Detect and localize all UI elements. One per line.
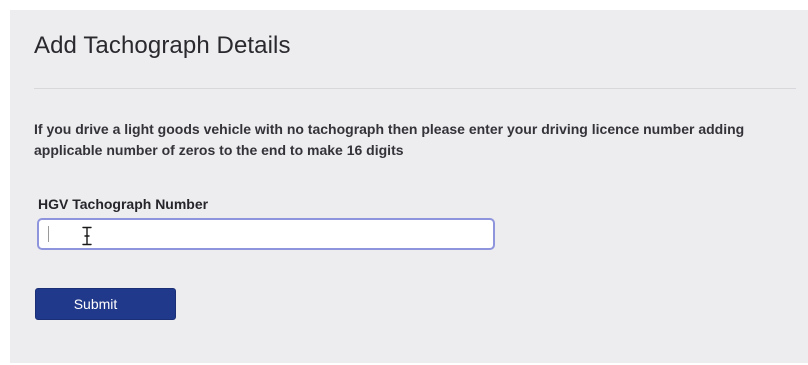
text-caret xyxy=(48,226,49,242)
page-title: Add Tachograph Details xyxy=(34,32,291,59)
form-panel: Add Tachograph Details If you drive a li… xyxy=(10,10,808,363)
tachograph-number-input[interactable] xyxy=(37,218,495,250)
tachograph-number-label: HGV Tachograph Number xyxy=(38,196,209,212)
submit-button[interactable]: Submit xyxy=(35,288,176,320)
text-cursor-icon xyxy=(82,226,92,246)
instruction-text: If you drive a light goods vehicle with … xyxy=(34,121,745,158)
divider xyxy=(34,88,796,89)
